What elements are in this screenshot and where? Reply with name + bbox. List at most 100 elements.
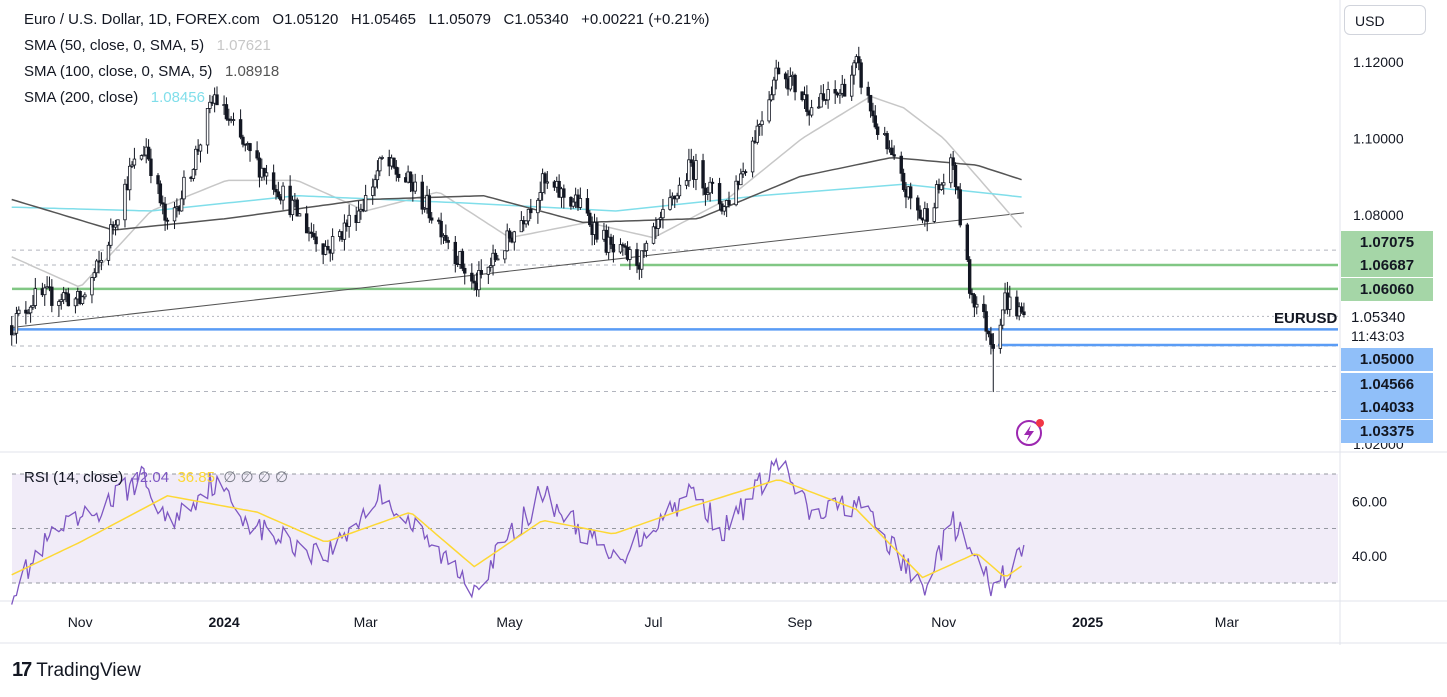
price-tag-blue: 1.05000 (1341, 348, 1433, 371)
candle-up (545, 181, 550, 184)
candle-down (158, 183, 163, 204)
candle-down (238, 119, 243, 138)
candle-down (635, 249, 639, 266)
candle-down (609, 236, 613, 245)
candle-up (205, 108, 210, 146)
rsi-extra: ∅ ∅ ∅ ∅ (223, 469, 289, 486)
candle-up (375, 170, 380, 181)
candle-up (281, 185, 285, 201)
candle-up (578, 198, 583, 208)
tradingview-logo[interactable]: 17 TradingView (12, 659, 141, 682)
candle-down (146, 146, 151, 160)
candle-up (106, 244, 111, 261)
candle-down (776, 67, 781, 75)
candle-down (717, 183, 722, 205)
candle-down (444, 235, 448, 241)
time-tick-label: 2025 (1072, 614, 1103, 630)
candle-down (805, 94, 809, 112)
ohlc-open-key: O (272, 11, 285, 28)
candle-down (408, 171, 413, 183)
candle-up (668, 197, 672, 210)
candle-up (378, 157, 382, 172)
candle-up (849, 74, 854, 97)
candle-up (524, 220, 528, 225)
candle-up (644, 242, 649, 251)
sma50-line (11, 95, 1023, 288)
candle-up (57, 301, 61, 306)
rsi-value: 42.04 (131, 469, 170, 486)
currency-button[interactable]: USD (1344, 5, 1426, 35)
ohlc-low: 1.05079 (436, 11, 492, 28)
candle-down (255, 150, 259, 159)
candle-down (890, 147, 894, 156)
candle-up (83, 294, 87, 298)
candle-up (231, 119, 236, 121)
candle-up (656, 218, 660, 229)
candle-down (892, 154, 896, 157)
time-tick-label: Sep (787, 614, 812, 630)
candle-down (470, 272, 474, 282)
chart-canvas[interactable]: 1.120001.100001.080001.0200060.0040.00No… (0, 0, 1447, 697)
candle-down (982, 303, 986, 313)
tradingview-name: TradingView (36, 659, 141, 681)
candle-up (371, 186, 375, 196)
rsi-tick-label: 60.00 (1352, 493, 1387, 509)
candle-down (689, 159, 693, 164)
ohlc-high-key: H (350, 11, 362, 28)
candle-down (479, 270, 483, 275)
candle-up (1008, 296, 1012, 310)
candle-down (611, 243, 616, 253)
candle-down (304, 213, 309, 234)
candle-up (172, 207, 177, 222)
candle-down (439, 220, 443, 238)
time-tick-label: Jul (645, 614, 663, 630)
sma50-label: SMA (50, close, 0, SMA, 5) (24, 37, 205, 54)
candle-down (899, 155, 903, 174)
candle-up (677, 184, 682, 197)
candle-up (932, 207, 936, 222)
sma100-legend[interactable]: SMA (100, close, 0, SMA, 5) 1.08918 (24, 63, 279, 81)
candle-down (701, 160, 705, 189)
candle-down (446, 240, 450, 243)
sma100-label: SMA (100, close, 0, SMA, 5) (24, 63, 213, 80)
rsi-tick-label: 40.00 (1352, 548, 1387, 564)
candle-up (538, 192, 542, 201)
symbol-title: Euro / U.S. Dollar, 1D, FOREX.com (24, 11, 260, 28)
candle-down (857, 56, 861, 64)
candle-down (989, 333, 993, 345)
candle-down (453, 241, 458, 265)
sma200-legend[interactable]: SMA (200, close) 1.08456 (24, 89, 205, 107)
time-tick-label: 2024 (208, 614, 239, 630)
candle-up (998, 324, 1003, 349)
candle-up (640, 250, 644, 270)
candle-up (496, 258, 500, 261)
candle-down (965, 224, 970, 260)
candle-up (132, 158, 137, 166)
sma200-value: 1.08456 (150, 89, 205, 106)
candle-down (585, 198, 590, 214)
candle-down (925, 208, 929, 222)
sma200-label: SMA (200, close) (24, 89, 139, 106)
price-change: +0.00221 (+0.21%) (581, 11, 710, 28)
lightning-icon[interactable] (1016, 419, 1044, 446)
candle-up (43, 287, 47, 296)
candle-up (750, 140, 755, 173)
candle-down (908, 186, 913, 199)
currency-label: USD (1355, 13, 1385, 29)
candle-down (149, 158, 153, 176)
candle-down (392, 157, 396, 168)
candle-up (760, 120, 764, 126)
sma50-legend[interactable]: SMA (50, close, 0, SMA, 5) 1.07621 (24, 37, 271, 55)
candle-up (264, 172, 269, 177)
candle-down (859, 62, 863, 88)
candle-up (722, 206, 726, 212)
candle-up (769, 94, 774, 101)
candle-up (330, 236, 335, 254)
candle-down (783, 73, 788, 80)
candle-up (92, 272, 97, 279)
candle-up (290, 199, 295, 216)
tradingview-mark-icon: 17 (12, 659, 32, 681)
price-tag-blue: 1.03375 (1341, 420, 1433, 443)
candle-up (94, 260, 99, 274)
rsi-legend[interactable]: RSI (14, close) 42.04 36.85 ∅ ∅ ∅ ∅ (24, 468, 288, 486)
